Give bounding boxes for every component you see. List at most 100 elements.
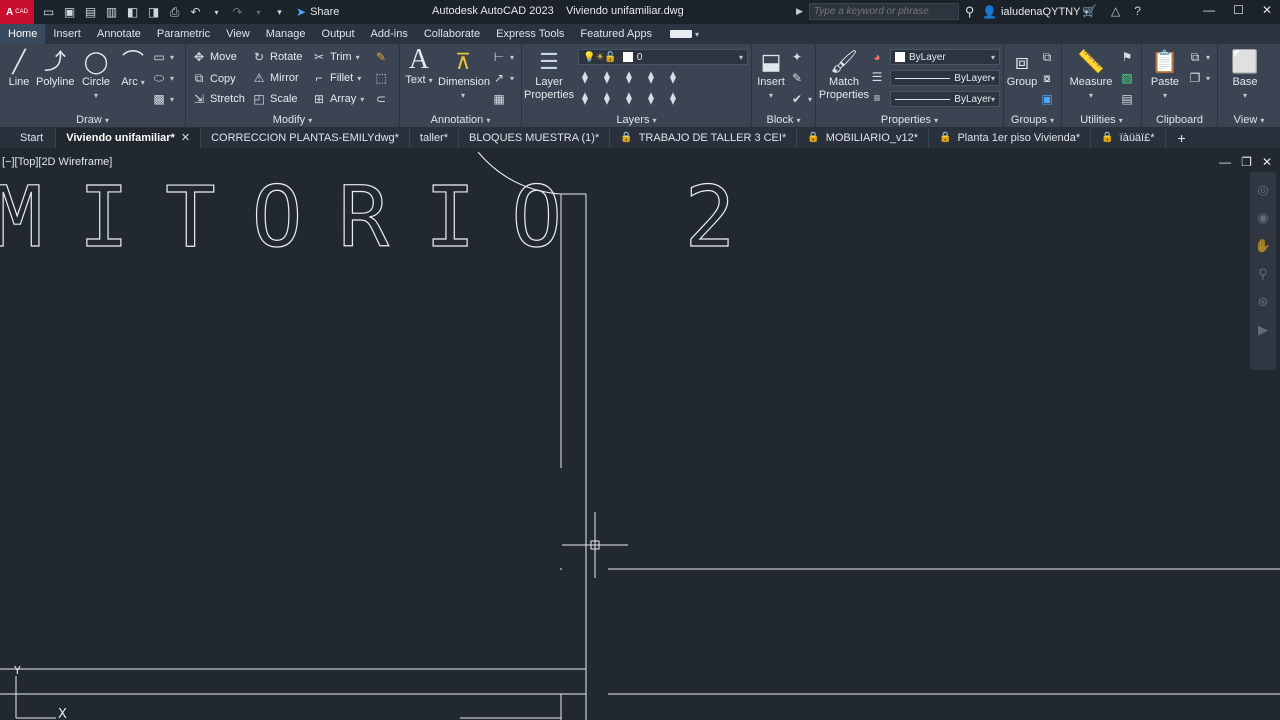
pan-icon[interactable]: ✋ (1255, 238, 1271, 254)
annotation-panel-title[interactable]: Annotation ▾ (400, 114, 521, 126)
utilities-panel-title[interactable]: Utilities ▾ (1062, 114, 1141, 126)
tab-correccion-plantas[interactable]: CORRECCION PLANTAS-EMILYdwg* (201, 128, 410, 148)
mirror-button[interactable]: ⚠ Mirror (252, 71, 299, 85)
stretch-button[interactable]: ⇲ Stretch (192, 92, 245, 106)
tab-unnamed[interactable]: 🔒 ïàüäï£* (1091, 128, 1166, 148)
offset-button[interactable]: ⊂ (374, 92, 388, 106)
fillet-button[interactable]: ⌐ Fillet ▾ (312, 71, 361, 85)
save-web-icon[interactable]: ◨ (147, 5, 160, 19)
new-tab-button[interactable]: + (1166, 130, 1198, 146)
layer-dropdown[interactable]: 💡☀🔓 0 ▾ (578, 49, 748, 65)
tab-taller[interactable]: taller* (410, 128, 460, 148)
explode-button[interactable]: ⬚ (374, 71, 388, 85)
make-current-icon[interactable]: ⧫ (578, 70, 592, 84)
ellipse-button[interactable]: ⬭ ▾ (152, 71, 174, 86)
text-button[interactable]: A Text ▾ (404, 46, 434, 87)
customize-qat-icon[interactable]: ▾ (273, 7, 286, 18)
help-icon[interactable]: ? (1134, 4, 1141, 18)
line-button[interactable]: ╱ Line (4, 48, 34, 89)
color-dropdown[interactable]: ByLayer ▾ (890, 49, 1000, 65)
tab-collaborate[interactable]: Collaborate (416, 24, 488, 44)
layer-properties-button[interactable]: ☰ Layer Properties (524, 48, 574, 102)
app-menu-button[interactable]: A CAD (0, 0, 34, 24)
base-button[interactable]: ⬜ Base ▾ (1228, 48, 1262, 102)
draw-panel-title[interactable]: Draw ▾ (0, 114, 185, 126)
measure-button[interactable]: 📏 Measure ▾ (1066, 48, 1116, 102)
table-button[interactable]: ▦ (492, 92, 506, 106)
orbit-icon[interactable]: ⊛ (1258, 294, 1269, 310)
previous-layer-icon[interactable]: ⧫ (622, 70, 636, 84)
paste-button[interactable]: 📋 Paste ▾ (1148, 48, 1182, 102)
tab-add-ins[interactable]: Add-ins (363, 24, 416, 44)
tab-view[interactable]: View (218, 24, 258, 44)
rectangle-button[interactable]: ▭ ▾ (152, 50, 174, 64)
array-button[interactable]: ⊞ Array ▾ (312, 92, 364, 106)
trim-button[interactable]: ✂ Trim ▾ (312, 50, 360, 64)
tab-express-tools[interactable]: Express Tools (488, 24, 572, 44)
off-layer-icon[interactable]: ⧫ (600, 91, 614, 105)
chevron-down-icon[interactable]: ▾ (695, 30, 699, 39)
undo-dropdown-icon[interactable]: ▾ (210, 8, 223, 17)
group-edit-button[interactable]: ⧇ (1040, 71, 1054, 86)
search-icon[interactable]: ⚲ (965, 4, 975, 20)
tab-annotate[interactable]: Annotate (89, 24, 149, 44)
linear-dim-button[interactable]: ⊢ ▾ (492, 50, 514, 64)
view-panel-title[interactable]: View ▾ (1218, 114, 1280, 126)
insert-button[interactable]: ⬓ Insert ▾ (754, 48, 788, 102)
tab-featured-apps[interactable]: Featured Apps (572, 24, 660, 44)
isolate-layer-icon[interactable]: ⧫ (644, 70, 658, 84)
close-icon[interactable]: ✕ (1262, 3, 1272, 17)
group-select-button[interactable]: ▣ (1040, 92, 1054, 106)
tab-insert[interactable]: Insert (45, 24, 89, 44)
autodesk-app-icon[interactable]: △ (1111, 4, 1120, 18)
match-layer-icon[interactable]: ⧫ (600, 70, 614, 84)
zoom-extents-icon[interactable]: ⚲ (1258, 266, 1268, 282)
tab-output[interactable]: Output (314, 24, 363, 44)
group-button[interactable]: ⧈ Group (1006, 48, 1038, 89)
drawing-canvas[interactable]: MITORIO 2 Y X (0, 148, 1280, 720)
cut-button[interactable]: ⧉ ▾ (1188, 50, 1210, 65)
copy-clip-button[interactable]: ❐ ▾ (1188, 71, 1210, 85)
polyline-button[interactable]: ⤴ Polyline (36, 48, 75, 89)
move-button[interactable]: ✥ Move (192, 50, 237, 64)
steering-wheel-icon[interactable]: ◎ (1257, 182, 1268, 198)
plot-icon[interactable]: ⎙ (168, 5, 181, 20)
undo-icon[interactable]: ↶ (189, 5, 202, 19)
rotate-button[interactable]: ↻ Rotate (252, 50, 302, 64)
tab-planta-1er-piso[interactable]: 🔒 Planta 1er piso Vivienda* (929, 128, 1092, 148)
chevron-right-icon[interactable]: ▶ (796, 6, 803, 17)
calculator-button[interactable]: ▤ (1120, 92, 1134, 106)
redo-icon[interactable]: ↷ (231, 5, 244, 19)
tab-start[interactable]: Start (0, 128, 57, 148)
unisolate-layer-icon[interactable]: ⧫ (666, 70, 680, 84)
match-properties-button[interactable]: 🖌 Match Properties (818, 48, 870, 102)
user-menu[interactable]: 👤 ialudenaQYTNY ▾ (982, 5, 1088, 19)
tab-viviendo-unifamiliar[interactable]: Viviendo unifamiliar* ✕ (56, 128, 202, 148)
cart-icon[interactable]: 🛒 (1082, 4, 1097, 18)
restore-viewport-icon[interactable]: ❐ (1241, 155, 1252, 169)
share-button[interactable]: ➤ Share (296, 5, 339, 19)
save-icon[interactable]: ▤ (84, 5, 97, 19)
search-input[interactable] (808, 3, 959, 20)
tab-trabajo-taller[interactable]: 🔒 TRABAJO DE TALLER 3 CEI* (610, 128, 798, 148)
lineweight-dropdown[interactable]: ByLayer ▾ (890, 91, 1000, 107)
hatch-button[interactable]: ▩ ▾ (152, 92, 174, 106)
new-icon[interactable]: ▭ (42, 5, 55, 19)
showmotion-icon[interactable]: ▶ (1258, 322, 1268, 338)
clipboard-panel-title[interactable]: Clipboard (1142, 114, 1217, 126)
dimension-button[interactable]: ⊼ Dimension ▾ (438, 48, 490, 102)
properties-panel-title[interactable]: Properties ▾ (816, 114, 1003, 126)
layers-panel-title[interactable]: Layers ▾ (522, 114, 751, 126)
minimize-viewport-icon[interactable]: — (1219, 155, 1231, 169)
leader-button[interactable]: ↗ ▾ (492, 71, 514, 85)
close-tab-icon[interactable]: ✕ (181, 128, 190, 148)
select-all-button[interactable]: ▧ (1120, 71, 1134, 85)
block-panel-title[interactable]: Block ▾ (752, 114, 815, 126)
minimize-icon[interactable]: — (1203, 3, 1215, 17)
tab-bloques-muestra[interactable]: BLOQUES MUESTRA (1)* (459, 128, 611, 148)
unlock-layer-icon[interactable]: ⧫ (644, 91, 658, 105)
arc-button[interactable]: ⌒ Arc ▾ (118, 48, 148, 89)
circle-button[interactable]: ◯ Circle ▾ (80, 48, 112, 102)
scale-button[interactable]: ◰ Scale (252, 92, 297, 106)
open-web-icon[interactable]: ◧ (126, 5, 139, 19)
